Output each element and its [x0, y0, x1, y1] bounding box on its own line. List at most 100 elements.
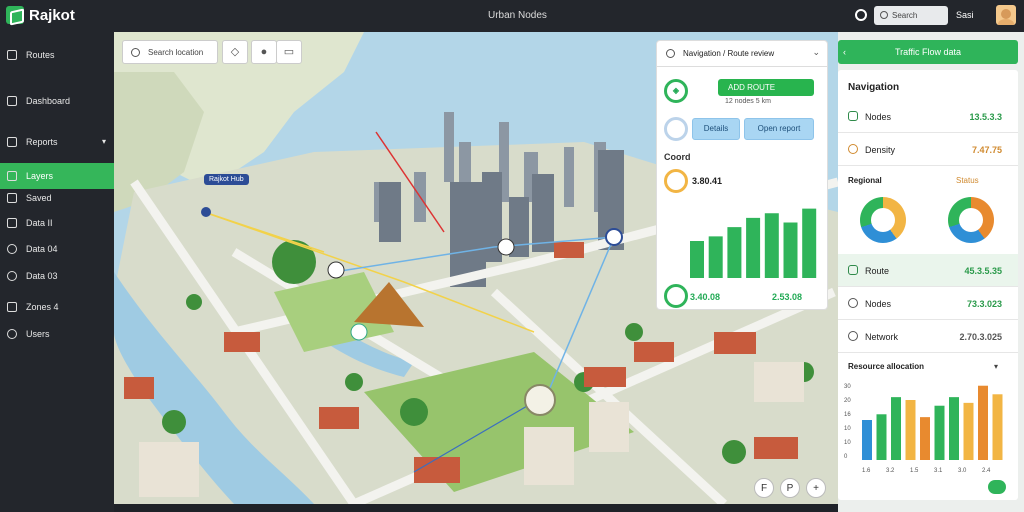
sidebar-item-label: Dashboard — [26, 96, 71, 106]
coord-value: 3.80.41 — [692, 176, 723, 186]
map-control-f[interactable]: F — [754, 478, 774, 498]
home-icon — [7, 96, 17, 106]
chart-bar — [891, 397, 901, 460]
add-route-button[interactable]: ADD ROUTE — [718, 79, 814, 96]
map-control-p[interactable]: P — [780, 478, 800, 498]
chevron-left-icon[interactable]: ‹ — [843, 40, 846, 64]
open-report-button[interactable]: Open report — [744, 118, 814, 140]
axis-tick: 10 — [844, 440, 851, 446]
banner-label: Traffic Flow data — [894, 47, 962, 57]
sidebar-item-label: Data II — [26, 218, 53, 228]
sidebar-item-data-03[interactable]: Data 03 — [0, 263, 114, 289]
category-label: 3.1 — [934, 468, 943, 474]
nodes-row-2[interactable]: Nodes 73.3.023 — [838, 287, 1018, 320]
doc-icon — [7, 137, 17, 147]
sidebar-item-label: Data 04 — [26, 244, 58, 254]
sidebar-item-dashboard[interactable]: Dashboard — [0, 88, 114, 114]
density-row[interactable]: Density 7.47.75 — [838, 133, 1018, 166]
marker-icon[interactable]: ● — [251, 40, 277, 64]
chart-bar — [802, 208, 817, 278]
square-icon — [7, 302, 17, 312]
traffic-flow-banner[interactable]: ‹ Traffic Flow data — [838, 40, 1018, 64]
chart-bar — [949, 397, 959, 460]
category-label: 3.0 — [958, 468, 967, 474]
square-icon — [7, 218, 17, 228]
row-value: 7.47.75 — [971, 145, 1002, 155]
route-row[interactable]: Route 45.3.5.35 — [838, 254, 1018, 287]
row-label: Network — [865, 332, 899, 342]
chart-bar — [905, 400, 916, 460]
category-label: 1.5 — [910, 468, 919, 474]
avatar[interactable] — [996, 5, 1016, 25]
regional-donut-chart — [860, 197, 906, 243]
layers-icon[interactable]: ◇ — [222, 40, 248, 64]
row-label: Route — [865, 266, 890, 276]
chart-bar — [727, 227, 742, 278]
info-ring — [664, 117, 688, 141]
chart-bar — [934, 405, 945, 460]
route-status-ring: ◈ — [664, 79, 688, 103]
sidebar-item-reports[interactable]: Reports ▾ — [0, 129, 114, 155]
mid-bar-chart — [690, 208, 817, 278]
sidebar-item-users[interactable]: Users — [0, 321, 114, 347]
status-donut-chart — [948, 197, 994, 243]
nodes-row[interactable]: Nodes 13.5.3.3 — [838, 100, 1018, 133]
sidebar-item-zones[interactable]: Zones 4 — [0, 294, 114, 320]
row-value: 2.70.3.025 — [959, 332, 1002, 342]
user-name[interactable]: Sasi — [956, 10, 974, 20]
sidebar-item-data-ii[interactable]: Data II — [0, 210, 114, 236]
chart-bar — [783, 222, 798, 278]
network-icon — [848, 331, 858, 341]
node-icon — [848, 298, 858, 308]
sidebar-item-label: Users — [26, 329, 50, 339]
mid-footer-value-2: 2.53.08 — [772, 292, 803, 302]
details-button[interactable]: Details — [692, 118, 740, 140]
category-label: 2.4 — [982, 468, 991, 474]
circle-icon — [7, 329, 17, 339]
resource-bar-chart: 30 20 16 10 10 0 1.6 3.2 1.5 3.1 3.0 2.4 — [844, 384, 1003, 474]
status-label: Status — [956, 176, 979, 185]
sidebar-item-saved[interactable]: Saved — [0, 185, 114, 211]
circle-icon — [7, 244, 17, 254]
sidebar-item-data-04[interactable]: Data 04 — [0, 236, 114, 262]
chart-bar — [764, 213, 779, 278]
chart-bar — [876, 414, 887, 460]
map-label[interactable]: Rajkot Hub — [204, 174, 249, 185]
chat-icon[interactable]: ▭ — [276, 40, 302, 64]
navigation-title: Navigation — [848, 82, 900, 93]
sidebar-item-label: Reports — [26, 137, 58, 147]
chart-bar — [708, 236, 723, 278]
density-icon — [848, 144, 858, 154]
map-control-zoom[interactable]: + — [806, 478, 826, 498]
coord-ring — [664, 169, 688, 193]
chart-bar — [862, 420, 872, 460]
network-row[interactable]: Network 2.70.3.025 — [838, 320, 1018, 353]
sidebar: Routes Dashboard Reports ▾ Layers Saved D… — [0, 32, 114, 512]
app-logo[interactable]: Rajkot — [6, 6, 75, 24]
sidebar-item-label: Zones 4 — [26, 302, 59, 312]
mid-footer-value: 3.40.08 — [690, 292, 721, 302]
axis-tick: 0 — [844, 454, 848, 460]
category-label: 1.6 — [862, 468, 871, 474]
map-search-input[interactable]: Search location — [122, 40, 218, 64]
search-icon[interactable] — [855, 9, 867, 21]
search-input[interactable]: Search — [874, 6, 948, 25]
row-value: 73.3.023 — [966, 299, 1002, 309]
row-label: Density — [865, 145, 896, 155]
coord-title: Coord — [664, 152, 691, 162]
sidebar-item-routes[interactable]: Routes — [0, 42, 114, 68]
chevron-down-icon[interactable]: ⌄ — [812, 47, 820, 58]
axis-tick: 10 — [844, 426, 851, 432]
arrow-icon — [7, 50, 17, 60]
footer-ring — [664, 284, 688, 308]
sidebar-item-label: Saved — [26, 193, 52, 203]
chart-title: Resource allocation — [848, 362, 925, 371]
chart-bar — [978, 385, 988, 460]
axis-tick: 16 — [844, 412, 851, 418]
chat-button[interactable] — [988, 480, 1006, 494]
node-icon — [848, 111, 858, 121]
chevron-down-icon[interactable]: ▾ — [994, 362, 998, 371]
route-card-header[interactable]: Navigation / Route review ⌄ — [657, 41, 827, 67]
chart-bar — [963, 402, 974, 460]
sidebar-item-label: Routes — [26, 50, 55, 60]
